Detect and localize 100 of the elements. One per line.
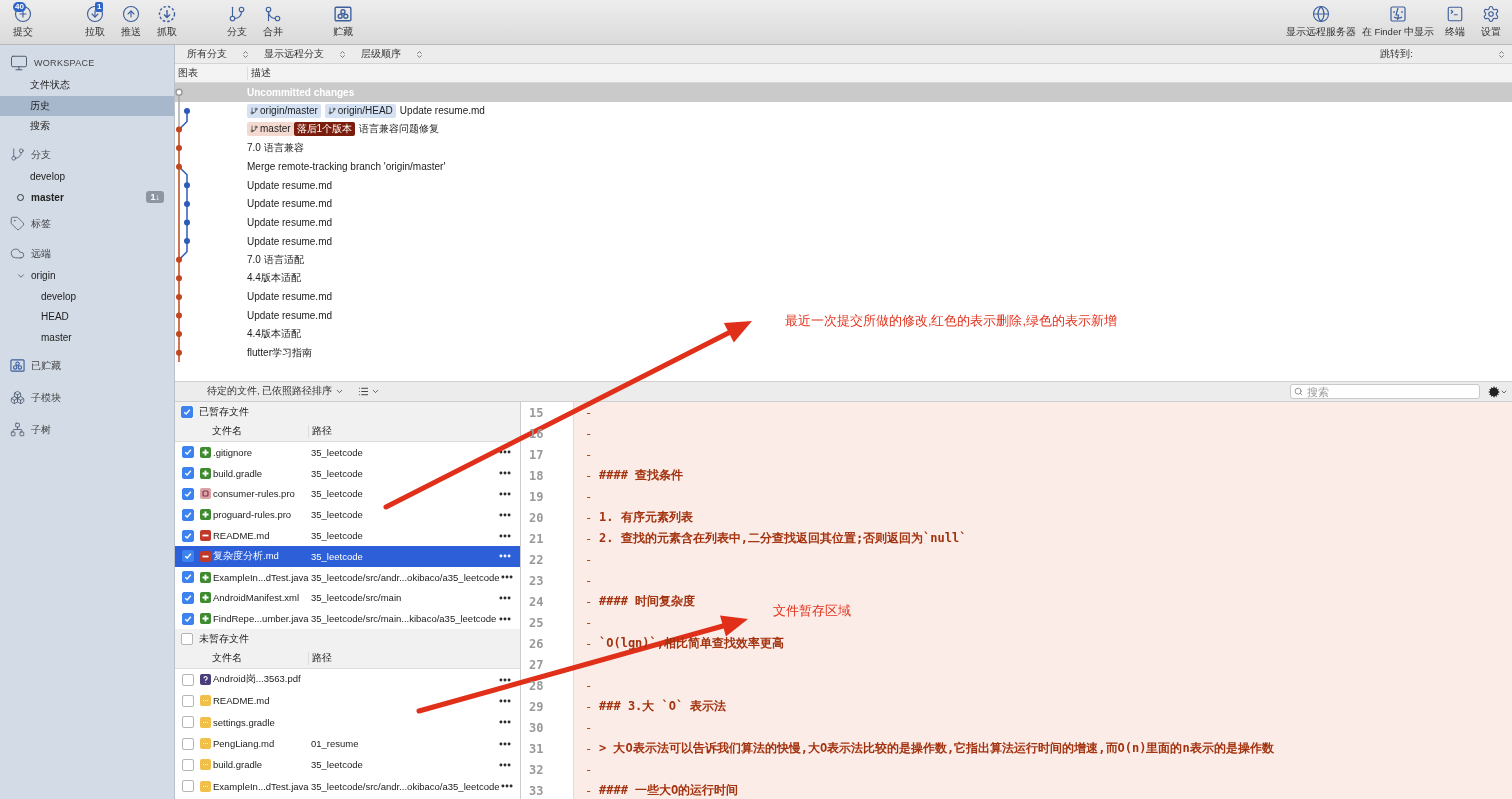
commit-message: 7.0 语言适配 [247, 252, 304, 267]
commit-row[interactable]: 4.4版本适配 [175, 268, 307, 288]
checkbox[interactable] [181, 633, 193, 645]
file-row[interactable]: build.gradle 35_leetcode [175, 462, 520, 484]
commit-row[interactable]: Update resume.md [175, 231, 339, 251]
checkbox[interactable] [182, 758, 194, 771]
checkbox[interactable] [181, 406, 193, 418]
checkbox[interactable] [182, 571, 194, 584]
search-field[interactable]: 搜索 [1290, 384, 1480, 399]
file-row[interactable]: settings.gradle [175, 711, 520, 733]
checkbox[interactable] [182, 446, 194, 459]
branch-icon [250, 106, 258, 115]
commit-row[interactable]: Update resume.md [175, 213, 339, 232]
filter-dropdown[interactable]: 显示远程分支 [264, 47, 347, 61]
checkbox[interactable] [182, 694, 194, 707]
checkbox[interactable] [182, 529, 194, 542]
toolbar-button[interactable]: 推送 [114, 0, 148, 44]
toolbar-button[interactable]: 设置 [1474, 0, 1508, 44]
toolbar-button[interactable]: 分支 [220, 0, 254, 44]
sidebar-item[interactable]: 搜索 [0, 116, 174, 137]
sidebar-item[interactable]: 文件状态 [0, 75, 174, 96]
commit-message: 语言兼容问题修复 [359, 122, 440, 137]
count-badge: 1↓ [146, 191, 164, 204]
line-number: 15 [528, 405, 545, 420]
sidebar-item[interactable]: develop [0, 286, 174, 307]
jump-to-dropdown[interactable]: 跳转到: [1380, 47, 1506, 61]
commit-row[interactable]: origin/master origin/HEAD Update resume.md [175, 101, 491, 121]
checkbox[interactable] [182, 673, 194, 686]
diff-marker: - [585, 468, 594, 483]
file-path: 35_leetcode/src/andr...okibaco/a35_leetcode [311, 780, 500, 792]
file-row[interactable]: FindRepe...umber.java 35_leetcode/src/main...kibaco/a35_leetcode [175, 608, 520, 629]
file-row[interactable]: PengLiang.md 01_resume [175, 732, 520, 755]
commit-row[interactable]: Update resume.md [175, 194, 339, 214]
file-row[interactable]: README.md [175, 690, 520, 712]
diff-marker: - [585, 720, 594, 735]
file-row[interactable]: ExampleIn...dTest.java 35_leetcode/src/andr...okibaco/a35_leetcode [175, 775, 520, 797]
sidebar-item[interactable]: HEAD [0, 306, 174, 327]
line-number: 21 [528, 531, 545, 546]
commit-message: 4.4版本适配 [247, 327, 301, 341]
checkbox[interactable] [182, 550, 194, 563]
checkbox[interactable] [182, 467, 194, 480]
line-number: 24 [528, 594, 545, 609]
toolbar-button[interactable]: 贮藏 [326, 0, 360, 44]
checkbox[interactable] [182, 737, 194, 750]
sort-dropdown[interactable]: 待定的文件, 已依照路径排序 [207, 385, 345, 398]
sidebar-item[interactable]: 历史 [0, 95, 174, 116]
sidebar-item[interactable]: origin [0, 265, 174, 286]
column-header: 文件名 [211, 425, 243, 438]
toolbar-button[interactable]: 终端 [1438, 0, 1472, 44]
diff-marker: - [585, 594, 594, 609]
settings-icon [1482, 5, 1500, 23]
chevron-down-icon [335, 387, 345, 396]
branch-icon [228, 5, 246, 23]
stash-icon [334, 5, 352, 23]
file-row[interactable]: README.md 35_leetcode [175, 525, 520, 546]
settings-menu-button[interactable] [1488, 385, 1508, 398]
line-number: 20 [528, 510, 545, 525]
section-title: 子模块 [31, 390, 61, 405]
sidebar-item[interactable]: develop [0, 166, 174, 187]
toolbar-button[interactable]: 显示远程服务器 [1283, 0, 1358, 44]
toolbar-button[interactable]: 合并 [256, 0, 290, 44]
file-row[interactable]: proguard-rules.pro 35_leetcode [175, 504, 520, 526]
commit-row[interactable]: 7.0 语言适配 [175, 250, 310, 269]
toolbar-button[interactable]: 抓取 [150, 0, 184, 44]
checkbox[interactable] [182, 591, 194, 604]
commit-row[interactable]: Merge remote-tracking branch 'origin/master' [175, 157, 452, 176]
file-row[interactable]: consumer-rules.pro 35_leetcode [175, 483, 520, 505]
file-row[interactable]: Android岗...3563.pdf [175, 669, 520, 691]
commit-message: 7.0 语言兼容 [247, 141, 304, 156]
file-row[interactable]: build.gradle 35_leetcode [175, 754, 520, 776]
list-view-button[interactable] [358, 386, 381, 397]
commit-message: Update resume.md [247, 291, 333, 303]
commit-row[interactable]: Update resume.md [175, 306, 339, 325]
commit-row[interactable]: Update resume.md [175, 175, 339, 195]
monitor-icon [10, 54, 28, 72]
line-number: 32 [528, 762, 545, 777]
commit-row[interactable]: flutter学习指南 [175, 343, 318, 362]
checkbox[interactable] [182, 780, 194, 793]
commit-row[interactable]: 7.0 语言兼容 [175, 138, 310, 158]
commit-row[interactable]: Update resume.md [175, 287, 339, 307]
diff-marker: - [585, 405, 594, 420]
file-path: 35_leetcode/src/andr...okibaco/a35_leetcode [311, 571, 500, 583]
file-row[interactable]: .gitignore 35_leetcode [175, 442, 520, 463]
checkbox[interactable] [182, 488, 194, 500]
checkbox[interactable] [182, 716, 194, 729]
filter-dropdown[interactable]: 所有分支 [187, 47, 250, 61]
file-row[interactable]: AndroidManifest.xml 35_leetcode/src/main [175, 587, 520, 609]
toolbar-button[interactable]: 提交 40 [6, 0, 40, 44]
filter-dropdown[interactable]: 层级顺序 [361, 47, 424, 61]
toolbar-button[interactable]: 拉取 1 [78, 0, 112, 44]
toolbar-button[interactable]: 在 Finder 中显示 [1359, 0, 1436, 44]
sidebar-item[interactable]: master 1↓ [0, 187, 174, 208]
file-row[interactable]: 复杂度分析.md 35_leetcode [175, 546, 520, 567]
commit-row[interactable]: master 落后1个版本 语言兼容问题修复 [175, 120, 446, 139]
checkbox[interactable] [182, 508, 194, 521]
file-row[interactable]: ExampleIn...dTest.java 35_leetcode/src/andr...okibaco/a35_leetcode [175, 566, 520, 588]
code-line: 2. 查找的元素含在列表中,二分查找返回其位置;否则返回为`null` [599, 530, 967, 547]
sidebar-item[interactable]: master [0, 327, 174, 348]
checkbox[interactable] [182, 612, 194, 625]
commit-row[interactable]: 4.4版本适配 [175, 324, 307, 344]
